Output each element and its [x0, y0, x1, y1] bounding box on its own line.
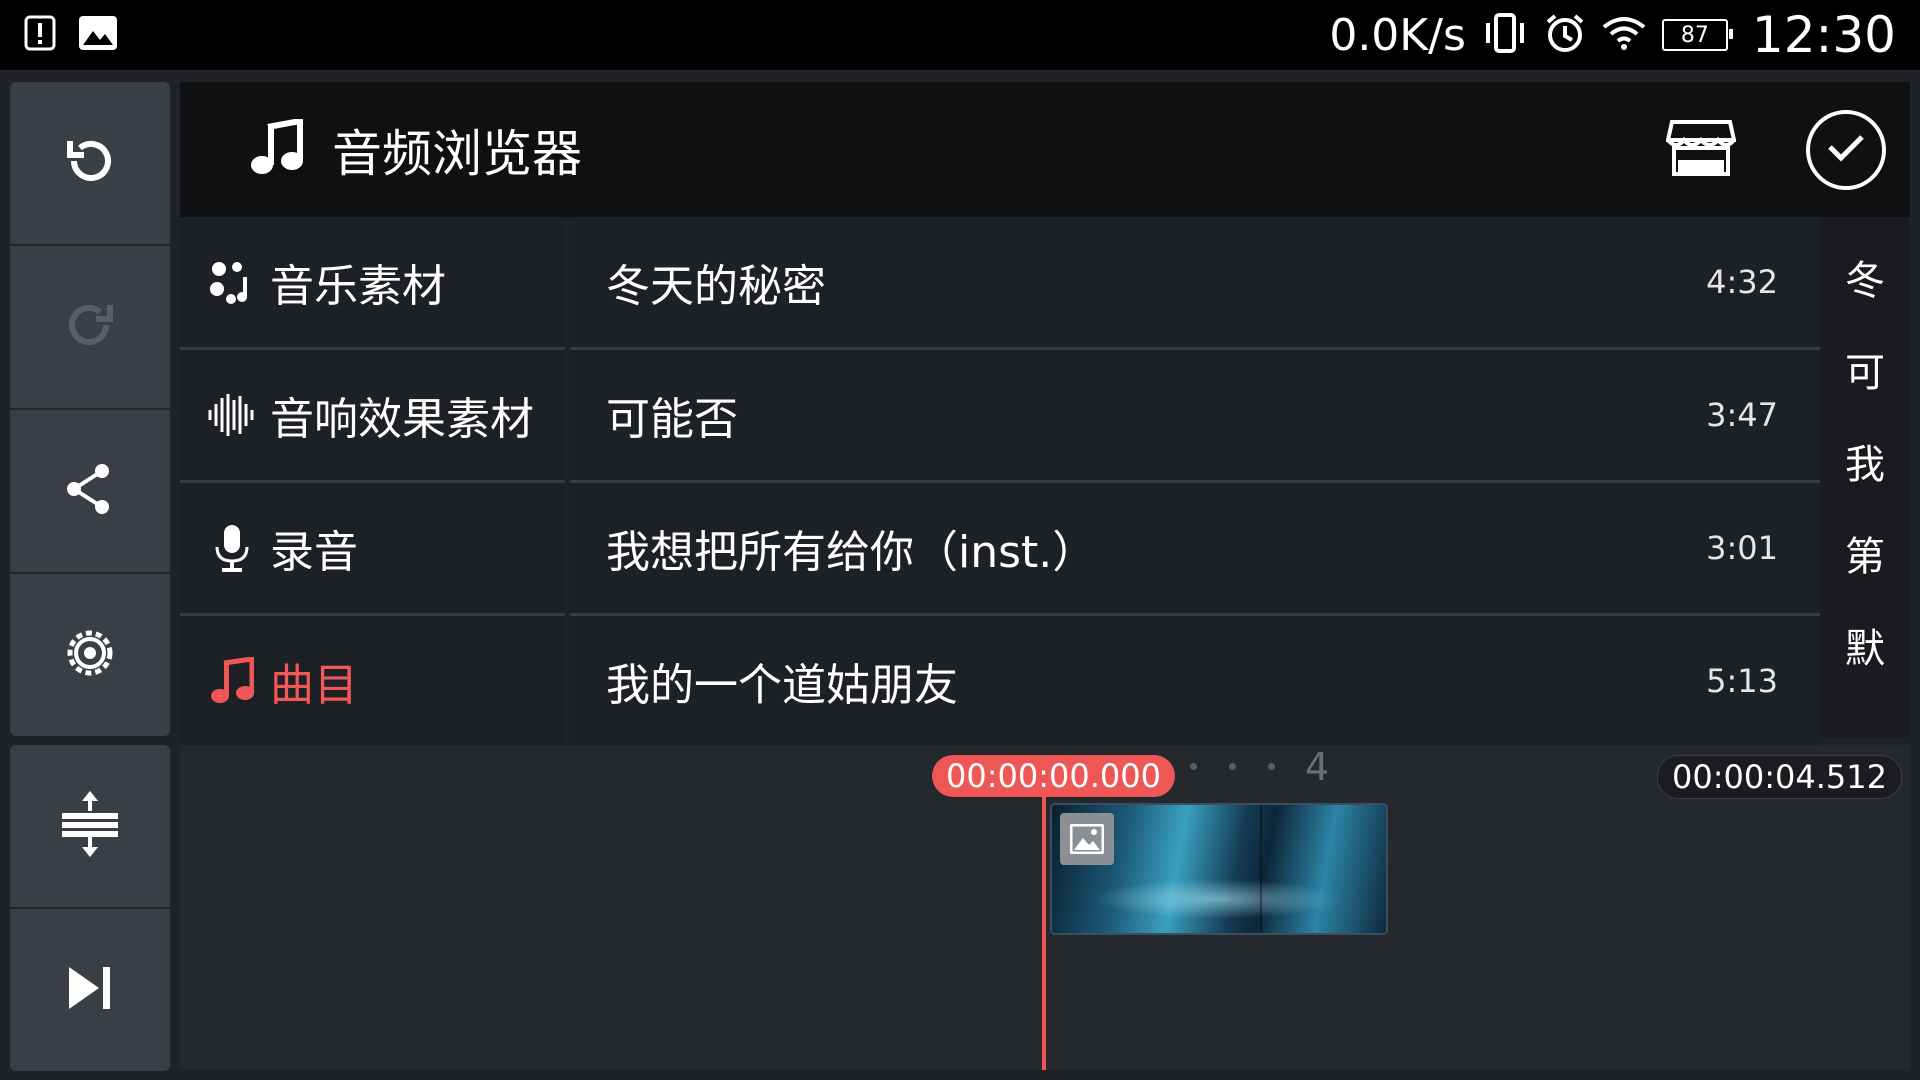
music-note-icon [202, 657, 262, 705]
gear-icon [60, 623, 120, 687]
audio-browser-panel: 音频浏览器 音乐素材 音响效果素材 录音 曲目 冬天的秘密 4:32 可能否 3… [180, 82, 1910, 749]
left-toolbar [10, 82, 170, 736]
alarm-icon [1544, 12, 1586, 58]
undo-button[interactable] [10, 82, 170, 246]
category-label: 音响效果素材 [270, 394, 534, 445]
settings-button[interactable] [10, 574, 170, 736]
skip-next-icon [65, 963, 115, 1017]
track-duration: 4:32 [1706, 263, 1778, 301]
index-item[interactable]: 冬 [1845, 235, 1885, 327]
redo-icon [60, 295, 120, 359]
alphabet-index-bar[interactable]: 冬 可 我 第 默 [1820, 217, 1910, 737]
ruler-mark: 4 [1305, 745, 1330, 789]
track-duration: 3:01 [1706, 529, 1778, 567]
music-assets-icon [202, 259, 262, 305]
timeline-ruler [1190, 763, 1275, 770]
index-item[interactable]: 可 [1845, 327, 1885, 419]
track-name: 冬天的秘密 [606, 261, 826, 312]
category-label: 音乐素材 [270, 261, 446, 312]
waveform-icon [202, 392, 262, 438]
category-recording[interactable]: 录音 [180, 483, 565, 616]
track-name: 我想把所有给你（inst.） [606, 527, 1097, 578]
index-item[interactable]: 默 [1845, 603, 1885, 695]
track-row[interactable]: 冬天的秘密 4:32 [570, 217, 1820, 350]
share-button[interactable] [10, 410, 170, 574]
music-note-icon [248, 116, 304, 181]
share-icon [60, 459, 120, 523]
track-row[interactable]: 我想把所有给你（inst.） 3:01 [570, 483, 1820, 616]
expand-vertical-icon [60, 789, 120, 863]
timeline-toolbar [10, 745, 170, 1071]
store-button[interactable] [1665, 119, 1737, 180]
image-notification-icon [78, 15, 118, 55]
net-speed: 0.0K/s [1329, 9, 1466, 61]
index-item[interactable]: 我 [1845, 419, 1885, 511]
track-list: 冬天的秘密 4:32 可能否 3:47 我想把所有给你（inst.） 3:01 … [570, 217, 1820, 749]
category-label: 曲目 [270, 660, 358, 711]
page-title: 音频浏览器 [332, 124, 582, 183]
category-list: 音乐素材 音响效果素材 录音 曲目 [180, 217, 565, 749]
wifi-icon [1602, 15, 1646, 55]
track-name: 我的一个道姑朋友 [606, 660, 958, 711]
status-bar: 0.0K/s 87 12:30 [0, 0, 1920, 70]
battery-indicator: 87 [1661, 19, 1733, 51]
playhead[interactable] [1042, 795, 1046, 1070]
total-duration: 00:00:04.512 [1657, 755, 1902, 799]
skip-to-end-button[interactable] [10, 909, 170, 1071]
track-duration: 3:47 [1706, 396, 1778, 434]
track-duration: 5:13 [1706, 662, 1778, 700]
expand-layers-button[interactable] [10, 745, 170, 909]
image-clip-icon [1060, 813, 1114, 865]
vibrate-icon [1482, 13, 1528, 57]
video-clip[interactable] [1050, 803, 1388, 935]
microphone-icon [202, 523, 262, 573]
index-item[interactable]: 第 [1845, 511, 1885, 603]
undo-icon [60, 131, 120, 195]
timeline[interactable]: 4 00:00:00.000 00:00:04.512 [180, 745, 1910, 1070]
category-tracks[interactable]: 曲目 [180, 616, 565, 749]
track-row[interactable]: 我的一个道姑朋友 5:13 [570, 616, 1820, 749]
track-row[interactable]: 可能否 3:47 [570, 350, 1820, 483]
redo-button[interactable] [10, 246, 170, 410]
confirm-button[interactable] [1806, 109, 1886, 190]
checkmark-icon [1826, 133, 1866, 167]
category-sound-effects[interactable]: 音响效果素材 [180, 350, 565, 483]
panel-header: 音频浏览器 [180, 82, 1910, 217]
alert-icon [24, 15, 56, 55]
clock: 12:30 [1751, 6, 1896, 64]
track-name: 可能否 [606, 394, 738, 445]
current-time: 00:00:00.000 [932, 755, 1175, 797]
category-label: 录音 [270, 527, 358, 578]
category-music-assets[interactable]: 音乐素材 [180, 217, 565, 350]
